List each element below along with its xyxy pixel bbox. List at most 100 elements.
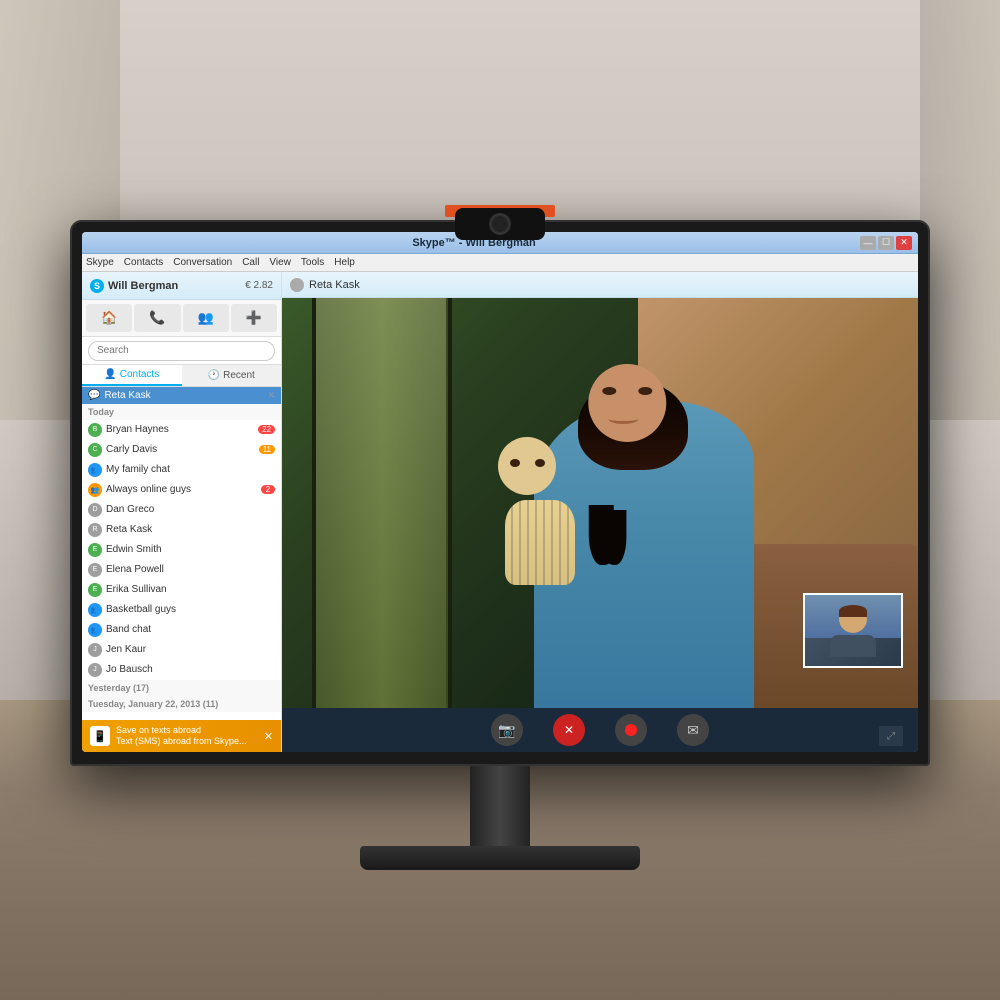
section-yesterday: Yesterday (17)	[82, 680, 281, 696]
contact-item-bryan[interactable]: B Bryan Haynes 22	[82, 420, 281, 440]
contact-name-erika: Erika Sullivan	[106, 584, 275, 595]
baby-eye-right	[535, 459, 545, 467]
camera-toggle-button[interactable]: 📷	[491, 714, 523, 746]
right-panel: Reta Kask	[282, 272, 918, 752]
avatar-bryan: B	[88, 423, 102, 437]
contact-item-basketball[interactable]: 👥 Basketball guys	[82, 600, 281, 620]
contact-item-always[interactable]: 👥 Always online guys 2	[82, 480, 281, 500]
badge-bryan: 22	[258, 425, 275, 434]
contact-item-band[interactable]: 👥 Band chat	[82, 620, 281, 640]
menu-skype[interactable]: Skype	[86, 257, 114, 268]
contact-name-band: Band chat	[106, 624, 275, 635]
end-call-button[interactable]: ✕	[553, 714, 585, 746]
close-contact-button[interactable]: ✕	[267, 390, 275, 401]
message-button[interactable]: ✉	[677, 714, 709, 746]
man-hair	[839, 605, 867, 617]
contact-item-reta[interactable]: R Reta Kask	[82, 520, 281, 540]
main-video	[282, 298, 918, 708]
baby-eye-left	[510, 459, 520, 467]
maximize-button[interactable]: ☐	[878, 236, 894, 250]
call-avatar	[290, 278, 304, 292]
banner-text: Save on texts abroad Text (SMS) abroad f…	[116, 725, 258, 747]
banner-subtitle: Text (SMS) abroad from Skype...	[116, 736, 258, 747]
tab-recent[interactable]: 🕐 Recent	[182, 365, 282, 386]
sidebar-tabs: 👤 Contacts 🕐 Recent	[82, 365, 281, 387]
inset-bg	[805, 595, 901, 666]
smile	[608, 414, 638, 424]
man-figure	[830, 605, 876, 657]
contacts-icon: 👤	[104, 369, 116, 380]
section-tuesday: Tuesday, January 22, 2013 (11)	[82, 696, 281, 712]
contact-item-dan[interactable]: D Dan Greco	[82, 500, 281, 520]
woman-face	[588, 364, 666, 442]
call-header: Reta Kask	[282, 272, 918, 298]
section-today: Today	[82, 404, 281, 420]
contact-name-edwin: Edwin Smith	[106, 544, 275, 555]
sms-icon: 📱	[90, 726, 110, 746]
contact-item-elena[interactable]: E Elena Powell	[82, 560, 281, 580]
avatar-edwin: E	[88, 543, 102, 557]
menu-conversation[interactable]: Conversation	[173, 257, 232, 268]
avatar-reta: R	[88, 523, 102, 537]
banner-close-button[interactable]: ✕	[264, 730, 273, 743]
tab-contacts[interactable]: 👤 Contacts	[82, 365, 182, 386]
user-info: S Will Bergman	[90, 279, 178, 293]
avatar-band: 👥	[88, 623, 102, 637]
monitor-body: Skype™ - Will Bergman — ☐ ✕ Skype Contac…	[70, 220, 930, 766]
contact-name-dan: Dan Greco	[106, 504, 275, 515]
window-controls: — ☐ ✕	[860, 236, 912, 250]
add-contact-button[interactable]: 👥	[183, 304, 229, 332]
outdoor-light	[316, 298, 446, 708]
minimize-button[interactable]: —	[860, 236, 876, 250]
avatar-jen: J	[88, 643, 102, 657]
menu-contacts[interactable]: Contacts	[124, 257, 163, 268]
banner-title: Save on texts abroad	[116, 725, 258, 736]
badge-carly: 11	[259, 445, 275, 454]
contact-item-carly[interactable]: C Carly Davis 11	[82, 440, 281, 460]
avatar-erika: E	[88, 583, 102, 597]
baby-head	[498, 437, 556, 495]
monitor: Skype™ - Will Bergman — ☐ ✕ Skype Contac…	[70, 220, 930, 870]
clock-icon: 🕐	[208, 370, 220, 381]
contact-name-basketball: Basketball guys	[106, 604, 275, 615]
menu-call[interactable]: Call	[242, 257, 259, 268]
monitor-screen: Skype™ - Will Bergman — ☐ ✕ Skype Contac…	[82, 232, 918, 752]
active-contact-name: Reta Kask	[104, 390, 263, 401]
avatar-carly: C	[88, 443, 102, 457]
inset-video	[803, 593, 903, 668]
menu-help[interactable]: Help	[334, 257, 355, 268]
contact-item-jen[interactable]: J Jen Kaur	[82, 640, 281, 660]
avatar-basketball: 👥	[88, 603, 102, 617]
credit-balance: € 2.82	[245, 280, 273, 291]
active-contact-item[interactable]: 💬 Reta Kask ✕	[82, 387, 281, 404]
expand-button[interactable]: ⤢	[879, 726, 903, 746]
contact-name-jen: Jen Kaur	[106, 644, 275, 655]
badge-always: 2	[261, 485, 275, 494]
curtain-right	[920, 0, 1000, 420]
menu-view[interactable]: View	[269, 257, 291, 268]
contact-item-edwin[interactable]: E Edwin Smith	[82, 540, 281, 560]
contact-name-family: My family chat	[106, 464, 275, 475]
search-input[interactable]	[88, 341, 275, 361]
username: Will Bergman	[108, 280, 178, 292]
sms-banner[interactable]: 📱 Save on texts abroad Text (SMS) abroad…	[82, 720, 281, 752]
sidebar: S Will Bergman € 2.82 🏠 📞 👥 ➕	[82, 272, 282, 752]
contacts-tab-label: Contacts	[120, 369, 159, 380]
contact-item-family[interactable]: 👥 My family chat	[82, 460, 281, 480]
record-button[interactable]	[615, 714, 647, 746]
contact-item-erika[interactable]: E Erika Sullivan	[82, 580, 281, 600]
contact-name-always: Always online guys	[106, 484, 257, 495]
contact-name-carly: Carly Davis	[106, 444, 255, 455]
close-button[interactable]: ✕	[896, 236, 912, 250]
call-button[interactable]: 📞	[134, 304, 180, 332]
contact-item-jo[interactable]: J Jo Bausch	[82, 660, 281, 680]
skype-content: S Will Bergman € 2.82 🏠 📞 👥 ➕	[82, 272, 918, 752]
menu-tools[interactable]: Tools	[301, 257, 324, 268]
video-area	[282, 298, 918, 708]
contact-name-elena: Elena Powell	[106, 564, 275, 575]
home-button[interactable]: 🏠	[86, 304, 132, 332]
add-button[interactable]: ➕	[231, 304, 277, 332]
man-torso	[830, 635, 876, 657]
contact-name-jo: Jo Bausch	[106, 664, 275, 675]
user-header: S Will Bergman € 2.82	[82, 272, 281, 300]
